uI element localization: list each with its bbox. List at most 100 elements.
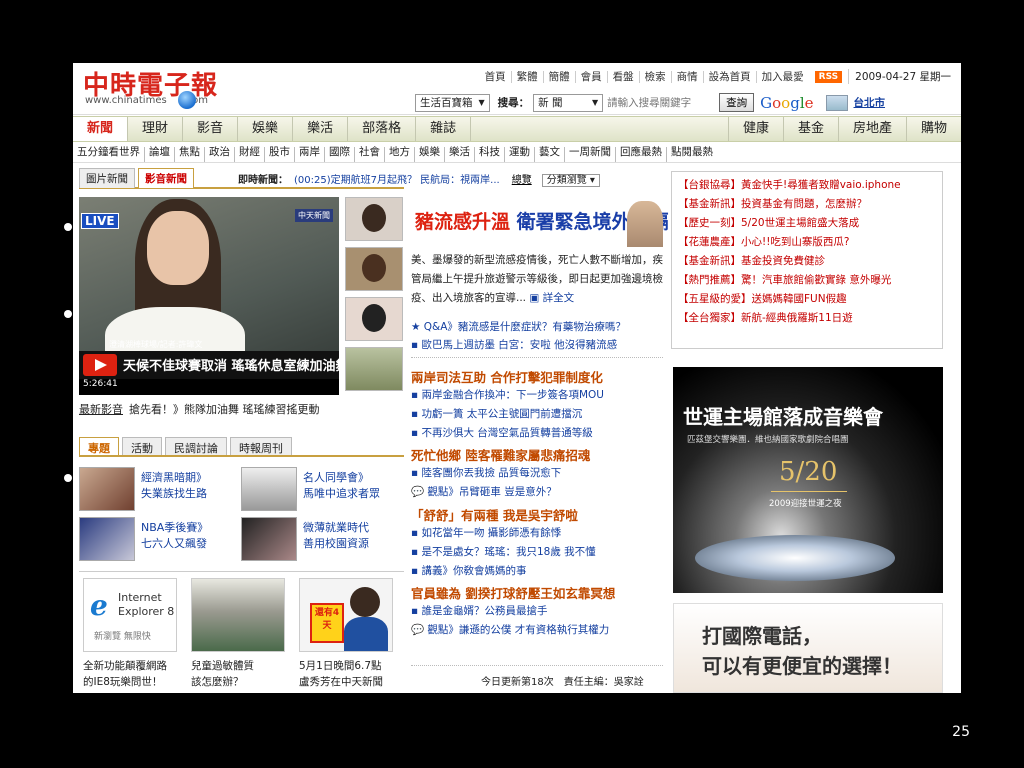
tab-realestate[interactable]: 房地產	[837, 117, 906, 141]
tab-news[interactable]: 新聞	[73, 117, 129, 141]
tab-video[interactable]: 影音	[183, 117, 239, 141]
news-link[interactable]: ▪ 功虧一簣 太平公主號圓門前遭擋沉	[411, 406, 582, 421]
subnav-item[interactable]: 運動	[505, 147, 535, 162]
subnav-item[interactable]: 股市	[265, 147, 295, 162]
tab-entertainment[interactable]: 娛樂	[238, 117, 294, 141]
news-heading[interactable]: 死忙他鄉 陸客罹難家屬悲痛招魂	[411, 445, 590, 464]
link-add-favorite[interactable]: 加入最愛	[757, 71, 809, 83]
tab-video-news[interactable]: 影音新聞	[138, 168, 194, 188]
subnav-item[interactable]: 樂活	[445, 147, 475, 162]
subnav-item[interactable]: 地方	[385, 147, 415, 162]
subnav-item[interactable]: 焦點	[175, 147, 205, 162]
subnav-item[interactable]: 點閱最熱	[667, 147, 717, 162]
topic-item[interactable]: 名人同學會》 馬唯中追求者眾	[241, 467, 401, 513]
news-link[interactable]: 💬 觀點》謙遜的公僕 才有資格執行其權力	[411, 622, 609, 637]
subnav-item[interactable]: 娛樂	[415, 147, 445, 162]
concert-banner[interactable]: 世運主場館落成音樂會 匹茲堡交響樂團．維也納國家歌劇院合唱團 5/20 2009…	[673, 367, 943, 593]
tab-topics[interactable]: 專題	[79, 437, 119, 455]
news-link[interactable]: ▪ 不再沙俱大 台灣空氣品質轉普通等級	[411, 425, 593, 440]
topic-item[interactable]: 微薄就業時代 善用校園資源	[241, 517, 401, 563]
promo-link[interactable]: 【熱門推薦】驚！汽車旅館偷歡實錄 意外曝光	[678, 271, 936, 290]
news-link[interactable]: ▪ 誰是金龜婿？公務員最搶手	[411, 603, 547, 618]
subnav-item[interactable]: 國際	[325, 147, 355, 162]
link-business[interactable]: 商情	[672, 70, 704, 83]
news-link[interactable]: ▪ 歐巴馬上週訪墨 白宮：安啦 他沒得豬流感	[411, 337, 617, 352]
link-member[interactable]: 會員	[576, 70, 608, 83]
video-thumbnail[interactable]	[345, 197, 403, 241]
promo-link[interactable]: 【基金新訊】基金投資免費健診	[678, 252, 936, 271]
subnav-item[interactable]: 兩岸	[295, 147, 325, 162]
tab-photo-news[interactable]: 圖片新聞	[79, 168, 135, 188]
promo-link[interactable]: 【基金新訊】投資基金有問題，怎麼辦？	[678, 195, 936, 214]
promo-link[interactable]: 【全台獨家】新航-經典俄羅斯11日遊	[678, 309, 936, 328]
video-thumbnail[interactable]	[345, 247, 403, 291]
link-search[interactable]: 檢索	[640, 70, 672, 83]
link-simplified[interactable]: 簡體	[544, 70, 576, 83]
promo-link[interactable]: 【五星級的愛】送媽媽韓國FUN假趣	[678, 290, 936, 309]
promo-ie8[interactable]: e Internet Explorer 8 新瀏覽 無限快 全新功能顛覆網路 的…	[79, 578, 183, 690]
promo-allergy[interactable]: 兒童過敏體質 該怎麼辦？	[187, 578, 291, 690]
topic-item[interactable]: NBA季後賽》 七六人又飆發	[79, 517, 239, 563]
subnav-item[interactable]: 藝文	[535, 147, 565, 162]
overview-link[interactable]: 總覽	[512, 175, 532, 186]
subnav-item[interactable]: 五分鐘看世界	[73, 147, 145, 162]
video-thumbnail[interactable]	[345, 297, 403, 341]
news-link[interactable]: ★ Q&A》豬流感是什麼症狀？有藥物治療嗎？	[411, 319, 626, 334]
tab-blog[interactable]: 部落格	[348, 117, 417, 141]
play-icon[interactable]	[83, 354, 117, 376]
site-logo[interactable]: 中時電子報 www.chinatimes com	[83, 65, 218, 109]
link-stocks[interactable]: 看盤	[608, 70, 640, 83]
google-logo[interactable]: Google	[760, 94, 813, 112]
latest-video-label[interactable]: 最新影音	[79, 403, 123, 416]
latest-video-link[interactable]: 搶先看！》熊隊加油舞 瑤瑤練習搖更動	[129, 403, 320, 416]
tab-weekly[interactable]: 時報周刊	[230, 437, 292, 455]
news-link[interactable]: ▪ 兩岸金融合作換冲：下一步簽各項MOU	[411, 387, 604, 402]
video-thumbnail[interactable]	[345, 347, 403, 391]
tab-shopping[interactable]: 購物	[905, 117, 961, 141]
news-link[interactable]: ▪ 講義》你敎會媽媽的事	[411, 563, 526, 578]
shop-select[interactable]: 生活百寶箱 ▼	[415, 93, 490, 112]
rss-icon[interactable]: RSS	[814, 70, 843, 83]
news-link[interactable]: ▪ 陸客團你丟我撿 品質每況愈下	[411, 465, 561, 480]
search-input[interactable]	[607, 96, 716, 109]
news-link[interactable]: ▪ 是不是處女？瑤瑤：我只18歲 我不懂	[411, 544, 596, 559]
promo-ctitv[interactable]: 還有4天 5月1日晚間6.7點 盧秀芳在中天新聞	[295, 578, 399, 690]
subnav-item[interactable]: 論壇	[145, 147, 175, 162]
topic-item[interactable]: 經濟黑暗期》 失業族找生路	[79, 467, 239, 513]
category-select[interactable]: 分類瀏覽 ▾	[541, 174, 600, 187]
news-link[interactable]: 💬 觀點》吊臂砸車 豈是意外？	[411, 484, 557, 499]
weather-icon[interactable]	[825, 94, 848, 111]
link-set-homepage[interactable]: 設為首頁	[704, 70, 757, 83]
tab-events[interactable]: 活動	[122, 437, 162, 455]
tab-funds[interactable]: 基金	[782, 117, 838, 141]
top-headline[interactable]: 豬流感升溫 衛署緊急境外阻隔	[411, 201, 669, 247]
subnav-item[interactable]: 社會	[355, 147, 385, 162]
news-heading[interactable]: 兩岸司法互助 合作打擊犯罪制度化	[411, 367, 603, 386]
subnav-item[interactable]: 財經	[235, 147, 265, 162]
subnav-item[interactable]: 回應最熱	[616, 147, 667, 162]
promo-link[interactable]: 【台銀協尋】黃金快手!尋獲者致贈vaio.iphone	[678, 176, 936, 195]
link-traditional[interactable]: 繁體	[512, 70, 544, 83]
tab-magazine[interactable]: 雜誌	[416, 117, 472, 141]
subnav-item[interactable]: 政治	[205, 147, 235, 162]
video-player[interactable]: LIVE 中天新聞 澄清湖棒球場/記者:許瑋文 天候不佳球賽取消 瑤瑤休息室練加…	[79, 197, 339, 395]
news-heading[interactable]: 「舒舒」有兩種 我是吳宇舒啦	[411, 505, 578, 524]
promo-link[interactable]: 【花蓮農產】小心!!吃到山寨版西瓜?	[678, 233, 936, 252]
news-link[interactable]: ▪ 如花當年一吻 攝影師憑有餘悸	[411, 525, 561, 540]
full-article-link[interactable]: ▣ 詳全文	[526, 292, 574, 304]
search-scope-select[interactable]: 新 聞 ▼	[533, 93, 604, 112]
subnav-item[interactable]: 一周新聞	[565, 147, 616, 162]
tab-polls[interactable]: 民調討論	[165, 437, 227, 455]
promo-link[interactable]: 【歷史一刻】5/20世運主場館盛大落成	[678, 214, 936, 233]
breaking-link[interactable]: (00:25)定期航班7月起飛？ 民航局：視兩岸...	[294, 175, 500, 186]
search-button[interactable]: 查詢	[719, 93, 755, 112]
city-link[interactable]: 台北市	[854, 95, 886, 110]
tab-health[interactable]: 健康	[727, 117, 783, 141]
link-home[interactable]: 首頁	[480, 70, 512, 83]
subnav-item[interactable]: 科技	[475, 147, 505, 162]
bullet-dot	[64, 223, 72, 231]
tab-lifestyle[interactable]: 樂活	[293, 117, 349, 141]
tab-finance[interactable]: 理財	[128, 117, 184, 141]
news-heading[interactable]: 官員雖為 劉揆打球舒壓王如玄靠冥想	[411, 583, 615, 602]
phone-ad-banner[interactable]: 打國際電話， 可以有更便宜的選擇！	[673, 603, 943, 693]
